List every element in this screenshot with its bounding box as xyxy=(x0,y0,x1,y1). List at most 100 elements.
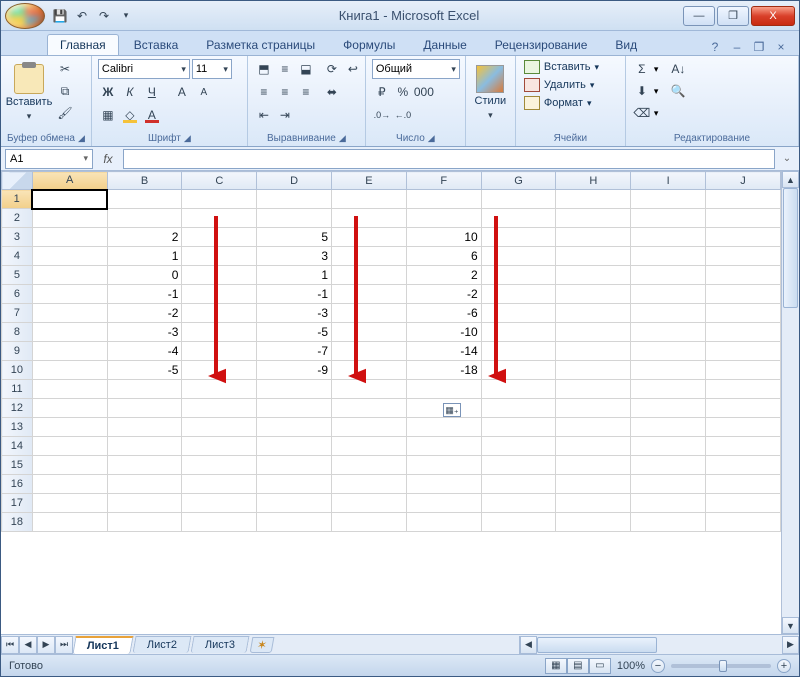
cell-D16[interactable] xyxy=(257,475,332,494)
last-sheet-icon[interactable]: ⏭ xyxy=(55,636,73,654)
cell-H5[interactable] xyxy=(556,266,631,285)
doc-restore-button[interactable]: ❐ xyxy=(751,39,767,55)
decrease-decimal-icon[interactable]: ←.0 xyxy=(393,105,413,125)
cell-I7[interactable] xyxy=(631,304,706,323)
cell-E18[interactable] xyxy=(332,513,407,532)
cell-I8[interactable] xyxy=(631,323,706,342)
cell-I3[interactable] xyxy=(631,228,706,247)
row-header-5[interactable]: 5 xyxy=(2,266,33,285)
cell-G18[interactable] xyxy=(481,513,556,532)
cell-G2[interactable] xyxy=(481,209,556,228)
cell-B4[interactable]: 1 xyxy=(107,247,182,266)
merge-icon[interactable]: ⬌ xyxy=(322,82,342,102)
cell-C15[interactable] xyxy=(182,456,257,475)
cell-A17[interactable] xyxy=(32,494,107,513)
cell-J3[interactable] xyxy=(706,228,781,247)
spreadsheet-grid[interactable]: ABCDEFGHIJ1232510413650126-1-1-27-2-3-68… xyxy=(1,171,781,532)
cell-F13[interactable] xyxy=(406,418,481,437)
scroll-down-icon[interactable]: ▼ xyxy=(782,617,799,634)
row-header-13[interactable]: 13 xyxy=(2,418,33,437)
col-header-G[interactable]: G xyxy=(481,172,556,190)
cell-I9[interactable] xyxy=(631,342,706,361)
cell-B3[interactable]: 2 xyxy=(107,228,182,247)
font-launcher-icon[interactable]: ◢ xyxy=(184,133,191,144)
row-header-6[interactable]: 6 xyxy=(2,285,33,304)
cell-B1[interactable] xyxy=(107,190,182,209)
shrink-font-icon[interactable]: A xyxy=(194,82,214,102)
align-bottom-icon[interactable]: ⬓ xyxy=(296,59,316,79)
redo-icon[interactable]: ↷ xyxy=(95,7,113,25)
cell-J7[interactable] xyxy=(706,304,781,323)
align-left-icon[interactable]: ≡ xyxy=(254,82,274,102)
comma-style-icon[interactable]: 000 xyxy=(414,82,434,102)
cell-I16[interactable] xyxy=(631,475,706,494)
cell-B12[interactable] xyxy=(107,399,182,418)
clipboard-launcher-icon[interactable]: ◢ xyxy=(78,133,85,144)
cell-E15[interactable] xyxy=(332,456,407,475)
cell-D11[interactable] xyxy=(257,380,332,399)
cell-G13[interactable] xyxy=(481,418,556,437)
cell-A14[interactable] xyxy=(32,437,107,456)
view-pagebreak-icon[interactable]: ▭ xyxy=(589,658,611,674)
align-center-icon[interactable]: ≡ xyxy=(275,82,295,102)
row-header-8[interactable]: 8 xyxy=(2,323,33,342)
cell-G11[interactable] xyxy=(481,380,556,399)
cell-B15[interactable] xyxy=(107,456,182,475)
doc-minimize-button[interactable]: – xyxy=(729,39,745,55)
cell-D17[interactable] xyxy=(257,494,332,513)
format-painter-icon[interactable]: 🖌 xyxy=(55,103,75,123)
cell-H15[interactable] xyxy=(556,456,631,475)
cell-J1[interactable] xyxy=(706,190,781,209)
cell-I12[interactable] xyxy=(631,399,706,418)
close-button[interactable]: X xyxy=(751,6,795,26)
row-header-4[interactable]: 4 xyxy=(2,247,33,266)
insert-cells-button[interactable]: Вставить▾ xyxy=(522,59,601,75)
number-launcher-icon[interactable]: ◢ xyxy=(428,133,435,144)
cell-A2[interactable] xyxy=(32,209,107,228)
cell-B18[interactable] xyxy=(107,513,182,532)
cell-J10[interactable] xyxy=(706,361,781,380)
cell-C14[interactable] xyxy=(182,437,257,456)
scroll-right-icon[interactable]: ▶ xyxy=(782,636,799,654)
cell-F10[interactable]: -18 xyxy=(406,361,481,380)
cell-J2[interactable] xyxy=(706,209,781,228)
scroll-left-icon[interactable]: ◀ xyxy=(520,636,537,654)
horizontal-scrollbar[interactable]: ◀ ▶ xyxy=(519,636,799,654)
currency-icon[interactable]: ₽ xyxy=(372,82,392,102)
cell-B17[interactable] xyxy=(107,494,182,513)
styles-button[interactable]: Стили ▾ xyxy=(472,59,509,127)
cell-H3[interactable] xyxy=(556,228,631,247)
cell-G7[interactable] xyxy=(481,304,556,323)
cell-G6[interactable] xyxy=(481,285,556,304)
zoom-level[interactable]: 100% xyxy=(617,660,645,672)
cell-E4[interactable] xyxy=(332,247,407,266)
cell-H18[interactable] xyxy=(556,513,631,532)
col-header-J[interactable]: J xyxy=(706,172,781,190)
save-icon[interactable]: 💾 xyxy=(51,7,69,25)
cell-I14[interactable] xyxy=(631,437,706,456)
row-header-1[interactable]: 1 xyxy=(2,190,33,209)
cell-I4[interactable] xyxy=(631,247,706,266)
cell-C11[interactable] xyxy=(182,380,257,399)
cell-A16[interactable] xyxy=(32,475,107,494)
cell-H11[interactable] xyxy=(556,380,631,399)
cell-B5[interactable]: 0 xyxy=(107,266,182,285)
vertical-scrollbar[interactable]: ▲ ▼ xyxy=(781,171,799,634)
row-header-2[interactable]: 2 xyxy=(2,209,33,228)
row-header-3[interactable]: 3 xyxy=(2,228,33,247)
cell-D1[interactable] xyxy=(257,190,332,209)
cell-C4[interactable] xyxy=(182,247,257,266)
cell-H17[interactable] xyxy=(556,494,631,513)
fill-color-icon[interactable]: ◇ xyxy=(120,105,140,125)
cell-E10[interactable] xyxy=(332,361,407,380)
col-header-A[interactable]: A xyxy=(32,172,107,190)
cell-I6[interactable] xyxy=(631,285,706,304)
cell-J12[interactable] xyxy=(706,399,781,418)
tab-home[interactable]: Главная xyxy=(47,34,119,55)
row-header-12[interactable]: 12 xyxy=(2,399,33,418)
help-icon[interactable]: ? xyxy=(707,39,723,55)
cell-I11[interactable] xyxy=(631,380,706,399)
cell-I13[interactable] xyxy=(631,418,706,437)
cell-C6[interactable] xyxy=(182,285,257,304)
align-middle-icon[interactable]: ≡ xyxy=(275,59,295,79)
